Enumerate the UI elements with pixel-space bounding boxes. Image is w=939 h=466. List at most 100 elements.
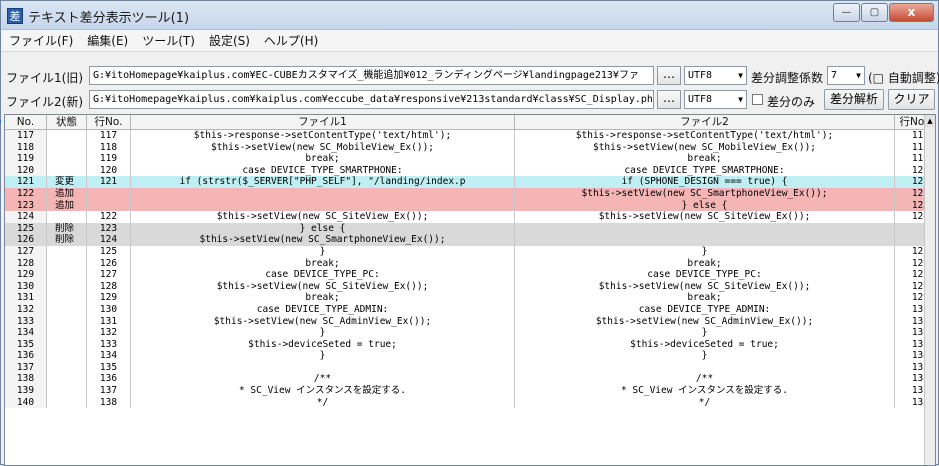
row-line1: 121 (87, 176, 131, 188)
table-row[interactable]: 134 132}} 132 (5, 327, 933, 339)
table-row[interactable]: 126 削除 124 $this->setView(new SC_Smartphone… (5, 234, 933, 246)
table-row[interactable]: 135 133 $this->deviceSeted = true; $this->d… (5, 338, 933, 351)
menu-tools[interactable]: ツール(T) (134, 32, 201, 49)
app-window: 差 テキスト差分表示ツール(1) — ▢ x ファイル(F) 編集(E) ツール… (0, 0, 939, 466)
table-row[interactable]: 130 128 $this->setView(new SC_SiteView_Ex(… (5, 280, 933, 293)
diff-only-checkbox[interactable] (752, 94, 763, 105)
file2-browse-button[interactable]: … (657, 90, 681, 109)
file1-browse-button[interactable]: … (657, 66, 681, 85)
analyze-button[interactable]: 差分解析 (824, 89, 884, 110)
menu-file[interactable]: ファイル(F) (1, 32, 79, 49)
table-row[interactable]: 125 削除 123} else { (5, 222, 933, 235)
file1-encoding-select[interactable]: UTF8 ▼ (684, 66, 747, 85)
row-state (47, 361, 87, 374)
table-row[interactable]: 129 127 case DEVICE_TYPE_PC: case DEVICE_TY… (5, 269, 933, 281)
table-row[interactable]: 136 134}} 134 (5, 350, 933, 362)
row-line1: 130 (87, 303, 131, 316)
table-row[interactable]: 133 131 $this->setView(new SC_AdminView_Ex… (5, 315, 933, 328)
row-file1-text: */ (131, 396, 515, 409)
row-file2-text: case DEVICE_TYPE_ADMIN: (515, 303, 895, 316)
row-line1: 133 (87, 338, 131, 351)
row-no: 131 (5, 292, 47, 304)
vertical-scrollbar[interactable]: ▲ (924, 115, 935, 465)
row-line1: 129 (87, 292, 131, 304)
table-row[interactable]: 128 126 break; break; 126 (5, 257, 933, 270)
title-bar[interactable]: 差 テキスト差分表示ツール(1) — ▢ x (1, 1, 938, 30)
row-file1-text (131, 361, 515, 374)
file1-encoding-value: UTF8 (688, 70, 713, 81)
row-no: 128 (5, 257, 47, 270)
row-state (47, 153, 87, 165)
row-file2-text: break; (515, 153, 895, 165)
close-button[interactable]: x (889, 3, 934, 22)
table-row[interactable]: 138 136/**/** 136 (5, 373, 933, 386)
maximize-button[interactable]: ▢ (861, 3, 888, 22)
window-controls: — ▢ x (832, 3, 934, 22)
table-row[interactable]: 137 135 135 (5, 361, 933, 374)
row-no: 126 (5, 234, 47, 246)
table-row[interactable]: 123 追加} else {123 (5, 199, 933, 212)
menu-help[interactable]: ヘルプ(H) (256, 32, 324, 49)
row-file1-text: case DEVICE_TYPE_ADMIN: (131, 303, 515, 316)
table-row[interactable]: 139 137 * SC_View インスタンスを設定する. * SC_View イン… (5, 385, 933, 397)
row-file1-text: $this->setView(new SC_MobileView_Ex()); (131, 141, 515, 154)
table-row[interactable]: 131 129 break; break; 129 (5, 292, 933, 304)
table-row[interactable]: 118 118 $this->setView(new SC_MobileView_E… (5, 141, 933, 154)
row-file2-text: } (515, 350, 895, 362)
row-file2-text: $this->setView(new SC_AdminView_Ex()); (515, 315, 895, 328)
row-state: 追加 (47, 187, 87, 200)
table-row[interactable]: 117 117 $this->response->setContentType('t… (5, 130, 933, 142)
row-file2-text: $this->response->setContentType('text/ht… (515, 130, 895, 142)
row-no: 124 (5, 211, 47, 223)
row-line1: 127 (87, 269, 131, 281)
app-icon: 差 (7, 8, 23, 24)
row-line1: 138 (87, 396, 131, 409)
table-row[interactable]: 140 138 */*/138 (5, 396, 933, 409)
minimize-button[interactable]: — (833, 3, 860, 22)
file2-encoding-value: UTF8 (688, 94, 713, 105)
row-line1: 123 (87, 222, 131, 235)
diff-only-label: 差分のみ (767, 95, 816, 109)
chevron-down-icon: ▼ (856, 71, 861, 80)
menu-settings[interactable]: 設定(S) (201, 32, 256, 49)
file2-encoding-select[interactable]: UTF8 ▼ (684, 90, 747, 109)
table-row[interactable]: 124 122 $this->setView(new SC_SiteView_Ex(… (5, 211, 933, 223)
table-row[interactable]: 132 130 case DEVICE_TYPE_ADMIN: case DEVICE… (5, 303, 933, 316)
coef-value: 7 (831, 70, 838, 81)
menu-bar: ファイル(F) 編集(E) ツール(T) 設定(S) ヘルプ(H) (1, 30, 938, 52)
row-file2-text: * SC_View インスタンスを設定する. (515, 385, 895, 397)
row-line1 (87, 187, 131, 200)
row-state (47, 280, 87, 293)
row-file2-text (515, 361, 895, 374)
table-row[interactable]: 120 120 case DEVICE_TYPE_SMARTPHONE: case D… (5, 164, 933, 177)
row-state (47, 245, 87, 258)
row-file2-text (515, 222, 895, 235)
row-state (47, 130, 87, 142)
file2-path-input[interactable]: G:¥itoHomepage¥kaiplus.com¥kaiplus.com¥e… (89, 90, 654, 109)
menu-edit[interactable]: 編集(E) (79, 32, 134, 49)
row-file1-text: if (strstr($_SERVER["PHP_SELF"], "/landi… (131, 176, 515, 188)
file1-path-input[interactable]: G:¥itoHomepage¥kaiplus.com¥EC-CUBEカスタマイズ… (89, 66, 654, 85)
row-file1-text (131, 187, 515, 200)
row-file1-text: $this->setView(new SC_SmartphoneView_Ex(… (131, 234, 515, 246)
row-file1-text: case DEVICE_TYPE_SMARTPHONE: (131, 164, 515, 177)
row-file1-text: } (131, 327, 515, 339)
coef-select[interactable]: 7 ▼ (827, 66, 865, 85)
row-state (47, 211, 87, 223)
row-file1-text: break; (131, 292, 515, 304)
coef-label: 差分調整係数 (751, 71, 824, 85)
table-row[interactable]: 127 125}} 125 (5, 245, 933, 258)
file2-row: ファイル2(新) G:¥itoHomepage¥kaiplus.com¥kaip… (1, 89, 938, 111)
row-no: 127 (5, 245, 47, 258)
table-row[interactable]: 122 追加 $this->setView(new SC_SmartphoneVie… (5, 187, 933, 200)
row-file2-text: $this->setView(new SC_SiteView_Ex()); (515, 211, 895, 223)
row-file2-text: $this->setView(new SC_MobileView_Ex()); (515, 141, 895, 154)
row-no: 125 (5, 222, 47, 235)
scroll-up-icon[interactable]: ▲ (925, 115, 935, 127)
clear-button[interactable]: クリア (888, 89, 935, 110)
auto-adjust-checkbox[interactable]: (□ 自動調整) (868, 69, 939, 86)
table-row[interactable]: 121 変更 121 if (strstr($_SERVER["PHP_SELF"],… (5, 176, 933, 188)
row-no: 136 (5, 350, 47, 362)
table-row[interactable]: 119 119 break; break; 119 (5, 153, 933, 165)
row-line1: 132 (87, 327, 131, 339)
